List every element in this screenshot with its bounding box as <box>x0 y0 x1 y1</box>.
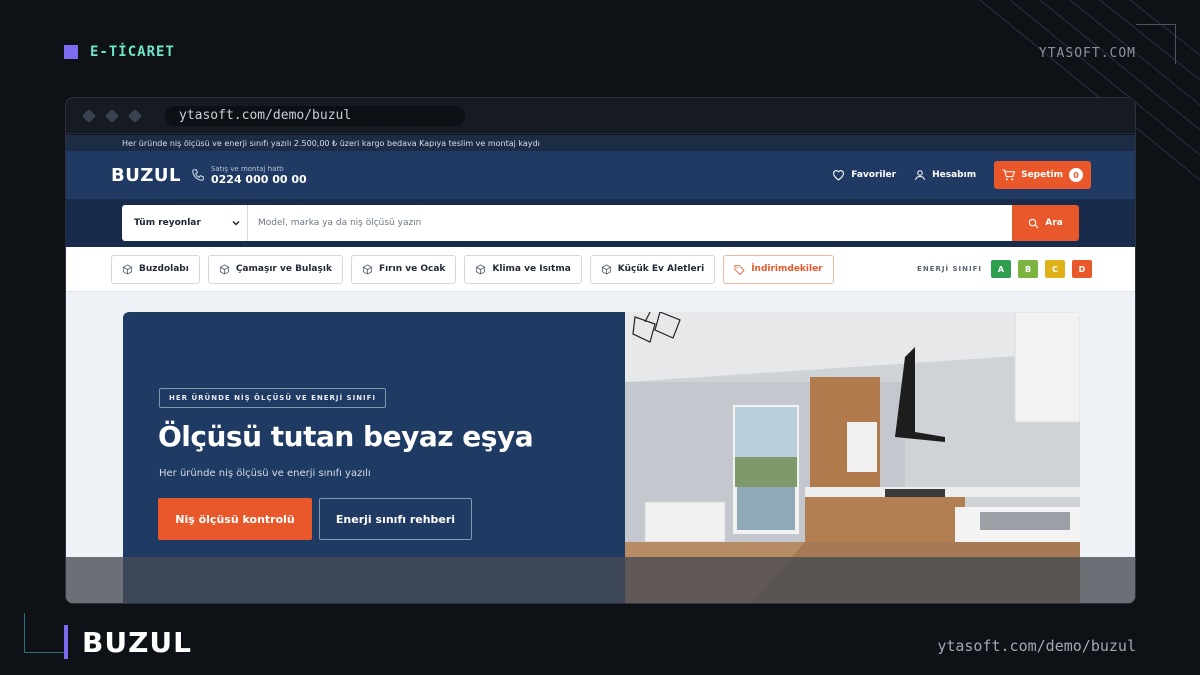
announcement-bar: Her üründe niş ölçüsü ve enerji sınıfı y… <box>66 135 1135 151</box>
hero-subtitle: Her üründe niş ölçüsü ve enerji sınıfı y… <box>159 468 371 479</box>
energy-class-a[interactable]: A <box>991 260 1011 278</box>
window-close-icon[interactable] <box>81 108 97 123</box>
browser-window: ytasoft.com/demo/buzul Her üründe niş öl… <box>65 97 1136 604</box>
energy-class-filter: ENERJİ SINIFI A B C D <box>917 260 1092 278</box>
cart-label: Sepetim <box>1021 170 1063 180</box>
energy-class-label: ENERJİ SINIFI <box>917 265 982 273</box>
site-url-bottom: ytasoft.com/demo/buzul <box>937 637 1136 655</box>
box-icon <box>362 263 372 275</box>
search-icon <box>1029 218 1039 228</box>
browser-chrome: ytasoft.com/demo/buzul <box>66 98 1135 134</box>
category-label: Fırın ve Ocak <box>378 264 446 274</box>
department-select-value: Tüm reyonlar <box>134 218 201 228</box>
corner-bracket-bottom-left <box>24 613 64 653</box>
category-tag-label: E-TİCARET <box>90 44 175 60</box>
hero-title: Ölçüsü tutan beyaz eşya <box>158 420 534 453</box>
category-tag: E-TİCARET <box>64 44 175 60</box>
cart-button[interactable]: Sepetim 0 <box>994 161 1091 189</box>
energy-class-d[interactable]: D <box>1072 260 1092 278</box>
tag-icon <box>734 264 745 275</box>
box-icon <box>122 263 133 275</box>
category-label: Küçük Ev Aletleri <box>617 264 705 274</box>
site-name-top: YTASOFT.COM <box>1038 46 1136 61</box>
category-refrigerator[interactable]: Buzdolabı <box>111 254 200 284</box>
category-label: Buzdolabı <box>139 264 189 274</box>
hotline-number: 0224 000 00 00 <box>210 172 307 186</box>
category-deals[interactable]: İndirimdekiler <box>723 254 834 284</box>
heart-icon <box>833 170 845 181</box>
account-link[interactable]: Hesabım <box>914 169 976 181</box>
hotline-label: Satış ve montaj hattı <box>210 164 284 173</box>
category-label: Klima ve Isıtma <box>492 264 571 274</box>
address-bar[interactable]: ytasoft.com/demo/buzul <box>165 105 465 126</box>
niche-check-button[interactable]: Niş ölçüsü kontrolü <box>158 498 312 540</box>
store-header: BUZUL Satış ve montaj hattı 0224 000 00 … <box>66 151 1135 199</box>
category-label: Çamaşır ve Bulaşık <box>235 264 332 274</box>
cart-count-badge: 0 <box>1069 168 1083 182</box>
category-climate-heating[interactable]: Klima ve Isıtma <box>464 254 582 284</box>
store-logo[interactable]: BUZUL <box>111 165 181 186</box>
box-icon <box>601 263 611 275</box>
brand-name: BUZUL <box>82 625 192 659</box>
cart-icon <box>1002 169 1016 181</box>
energy-class-b[interactable]: B <box>1018 260 1038 278</box>
account-label: Hesabım <box>932 170 977 180</box>
chevron-down-icon <box>232 220 240 226</box>
bottom-overlay <box>66 557 1135 603</box>
category-oven-stove[interactable]: Fırın ve Ocak <box>350 254 457 284</box>
tag-square-icon <box>64 45 78 59</box>
box-icon <box>219 263 229 275</box>
search-input[interactable]: Model, marka ya da niş ölçüsü yazın <box>248 205 1012 241</box>
search-row: Tüm reyonlar Model, marka ya da niş ölçü… <box>66 199 1135 247</box>
favorites-link[interactable]: Favoriler <box>832 169 896 181</box>
brand-footer: BUZUL <box>64 625 192 659</box>
category-small-appliances[interactable]: Küçük Ev Aletleri <box>589 254 716 284</box>
search-button[interactable]: Ara <box>1012 205 1079 241</box>
hero-badge: HER ÜRÜNDE NİŞ ÖLÇÜSÜ VE ENERJİ SINIFI <box>159 388 387 408</box>
category-label: İndirimdekiler <box>751 264 823 274</box>
hotline[interactable]: Satış ve montaj hattı 0224 000 00 00 <box>191 165 307 186</box>
window-maximize-icon[interactable] <box>127 108 143 123</box>
search-button-label: Ara <box>1045 218 1063 228</box>
box-icon <box>476 263 486 275</box>
department-select[interactable]: Tüm reyonlar <box>122 205 248 241</box>
brand-accent-bar <box>64 625 68 659</box>
favorites-label: Favoriler <box>851 170 897 180</box>
energy-class-c[interactable]: C <box>1045 260 1065 278</box>
phone-icon <box>192 169 204 181</box>
category-nav: Buzdolabı Çamaşır ve Bulaşık Fırın ve Oc… <box>66 247 1135 292</box>
store-page: Her üründe niş ölçüsü ve enerji sınıfı y… <box>66 135 1135 603</box>
user-icon <box>915 170 926 181</box>
energy-guide-button[interactable]: Enerji sınıfı rehberi <box>319 498 472 540</box>
category-laundry-dishwasher[interactable]: Çamaşır ve Bulaşık <box>207 254 343 284</box>
window-minimize-icon[interactable] <box>104 108 120 123</box>
corner-bracket-top-right <box>1136 24 1176 64</box>
